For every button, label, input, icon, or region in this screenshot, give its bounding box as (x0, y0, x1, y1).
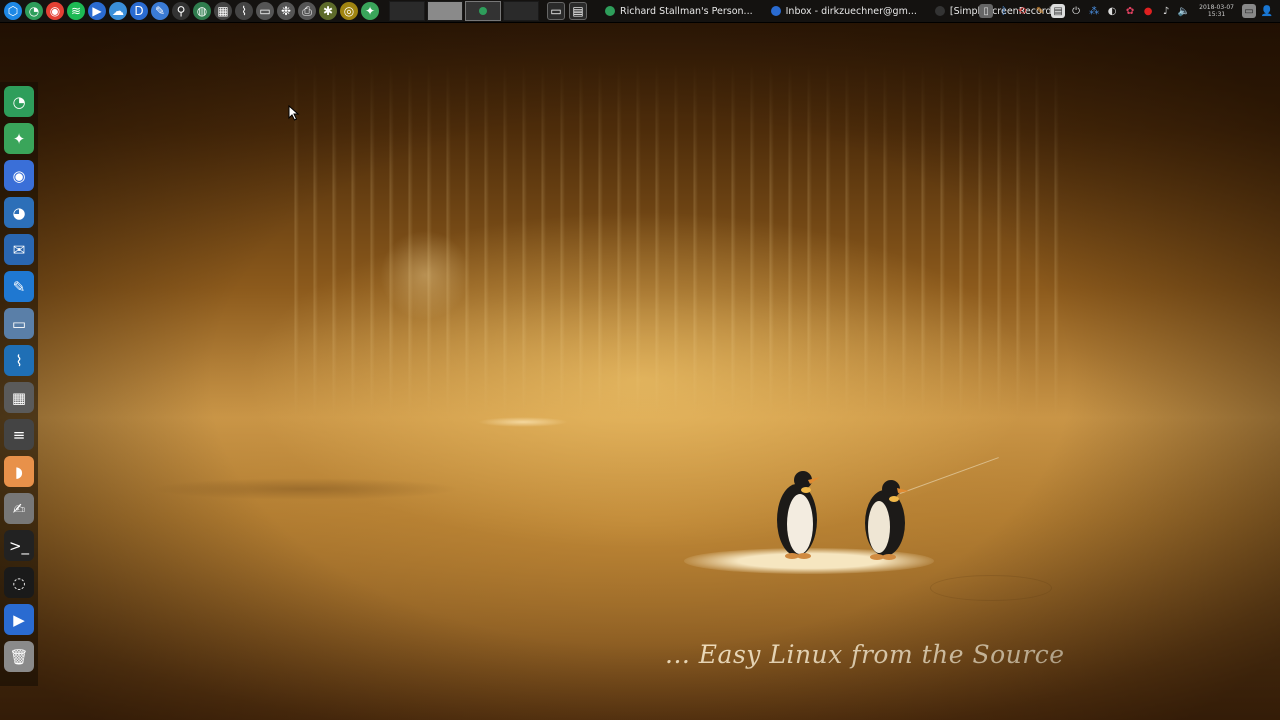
green-browser-icon[interactable]: ◔ (25, 2, 43, 20)
dock-terminal-icon[interactable]: >_ (4, 530, 34, 561)
wallpaper-small-floe (478, 417, 568, 427)
desktop-icon[interactable]: ▭ (1242, 4, 1256, 18)
wallpaper-tagline: ... Easy Linux from the Source (665, 640, 1065, 669)
clock-time: 15:31 (1207, 11, 1226, 18)
dock-scanner-icon[interactable]: ≡ (4, 419, 34, 450)
virtual-desktop-pager[interactable] (389, 1, 541, 21)
dock-orange-app-icon[interactable]: ◗ (4, 456, 34, 487)
task-label: Richard Stallman's Person... (620, 5, 753, 17)
chat-icon[interactable]: ✿ (1123, 4, 1137, 18)
power-icon[interactable]: ⏻ (1069, 4, 1083, 18)
task-app-icon (605, 6, 615, 16)
user-icon[interactable]: 👤 (1260, 4, 1274, 18)
plasma-menu-icon[interactable]: ⬡ (4, 2, 22, 20)
mouse-cursor-icon (288, 105, 300, 121)
spotify-icon[interactable]: ≋ (67, 2, 85, 20)
network-icon[interactable]: ⟲ (1015, 4, 1029, 18)
wallpaper-ice-shelf (150, 478, 460, 500)
task-button[interactable]: Inbox - dirkzuechner@gm... (765, 1, 923, 21)
dock-text-editor-icon[interactable]: ✍ (4, 493, 34, 524)
dock-system-monitor-icon[interactable]: ⌇ (4, 345, 34, 376)
display-icon[interactable]: ◐ (1105, 4, 1119, 18)
volume-icon[interactable]: 🔈 (1177, 4, 1191, 18)
desktop-3[interactable] (465, 1, 501, 21)
water-ripple (930, 575, 1052, 601)
settings-icon[interactable]: ❉ (277, 2, 295, 20)
show-desktop-icon[interactable]: ▭ (547, 2, 565, 20)
window-list-icon[interactable]: ▤ (569, 2, 587, 20)
green-app-icon[interactable]: ✦ (361, 2, 379, 20)
clock[interactable]: 2018-03-07 15:31 (1199, 4, 1234, 18)
desktop-3-window-icon (479, 7, 487, 15)
panel-launchers: ⬡ ◔ ◉ ≋ ▶ ☁ D ✎ ⚲ ◍ ▦ ⌇ ▭ ❉ ⎙ ✱ ◎ ✦ (0, 2, 379, 20)
updates-icon[interactable]: ✎ (1033, 4, 1047, 18)
penguin-right (865, 480, 909, 560)
left-dock: ◔ ✦ ◉ ◕ ✉ ✎ ▭ ⌇ ▦ ≡ ◗ ✍ >_ ◌ ▶ 🗑 (0, 82, 38, 686)
chrome-icon[interactable]: ◉ (46, 2, 64, 20)
globe-icon[interactable]: ◍ (193, 2, 211, 20)
dock-calculator-icon[interactable]: ▦ (4, 382, 34, 413)
dock-media-player-icon[interactable]: ▶ (4, 604, 34, 635)
search-icon[interactable]: ⚲ (172, 2, 190, 20)
printer-icon[interactable]: ⎙ (298, 2, 316, 20)
system-monitor-icon[interactable]: ⌇ (235, 2, 253, 20)
penguin-left (777, 471, 820, 559)
task-app-icon (770, 6, 781, 16)
dock-writer-icon[interactable]: ✎ (4, 271, 34, 302)
yellow-app-icon[interactable]: ◎ (340, 2, 358, 20)
bug-icon[interactable]: ✱ (319, 2, 337, 20)
dock-thunderbird-icon[interactable]: ✉ (4, 234, 34, 265)
dock-chrome-icon[interactable]: ◉ (4, 160, 34, 191)
clipboard-icon[interactable]: ▯ (979, 4, 994, 18)
desktop-2[interactable] (427, 1, 463, 21)
calculator-icon[interactable]: ▦ (214, 2, 232, 20)
record-icon[interactable]: ● (1141, 4, 1155, 18)
notes-icon[interactable]: ▤ (1051, 4, 1066, 18)
dock-browser-icon[interactable]: ◔ (4, 86, 34, 117)
task-button[interactable]: Richard Stallman's Person... (599, 1, 759, 21)
document-icon[interactable]: D (130, 2, 148, 20)
wallpaper-glow (380, 230, 470, 320)
dock-trash-icon[interactable]: 🗑 (4, 641, 34, 672)
task-label: Inbox - dirkzuechner@gm... (785, 5, 917, 17)
system-tray: ▯ ᛒ ⟲ ✎ ▤ ⏻ ⁂ ◐ ✿ ● ♪ 🔈 2018-03-07 15:31… (979, 0, 1274, 22)
desktop-4[interactable] (503, 1, 539, 21)
task-app-icon (934, 6, 945, 16)
text-editor-icon[interactable]: ✎ (151, 2, 169, 20)
cloud-icon[interactable]: ☁ (109, 2, 127, 20)
desktop-1[interactable] (389, 1, 425, 21)
connection-icon[interactable]: ⁂ (1087, 4, 1101, 18)
clock-date: 2018-03-07 (1199, 4, 1234, 11)
dock-obs-icon[interactable]: ◌ (4, 567, 34, 598)
dock-green-globe-icon[interactable]: ✦ (4, 123, 34, 154)
media-player-icon[interactable]: ▶ (88, 2, 106, 20)
bluetooth-icon[interactable]: ᛒ (997, 4, 1011, 18)
top-panel: ⬡ ◔ ◉ ≋ ▶ ☁ D ✎ ⚲ ◍ ▦ ⌇ ▭ ❉ ⎙ ✱ ◎ ✦ ▭ ▤ Richard Stallman'… (0, 0, 1280, 23)
dock-firefox-icon[interactable]: ◕ (4, 197, 34, 228)
microphone-icon[interactable]: ♪ (1159, 4, 1173, 18)
file-manager-icon[interactable]: ▭ (256, 2, 274, 20)
dock-folder-icon[interactable]: ▭ (4, 308, 34, 339)
